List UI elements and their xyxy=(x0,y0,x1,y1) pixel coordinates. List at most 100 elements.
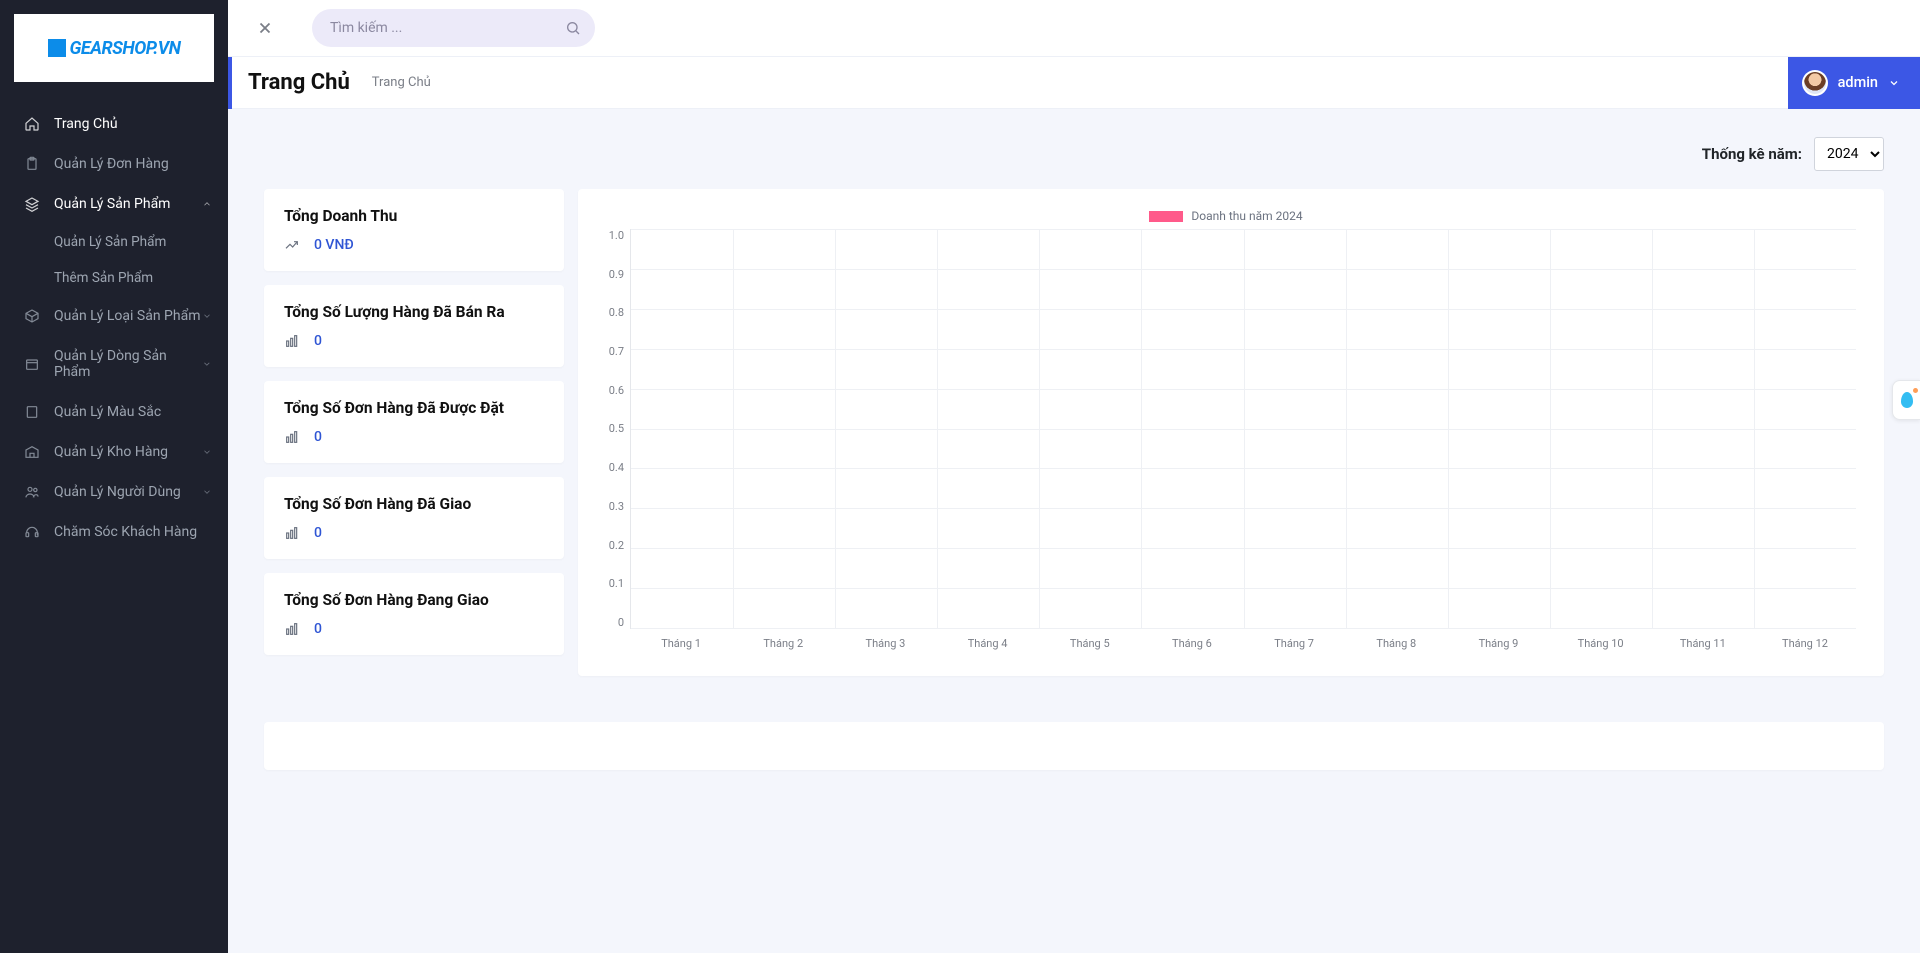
sidebar-nav: Trang Chủ Quản Lý Đơn Hàng Quản Lý Sản Phẩ… xyxy=(0,96,228,560)
chevron-down-icon xyxy=(1888,77,1900,89)
card-title: Tổng Số Đơn Hàng Đã Được Đặt xyxy=(284,399,544,417)
y-axis: 1.00.90.80.70.60.50.40.30.20.10 xyxy=(596,229,630,629)
y-tick: 0.8 xyxy=(609,306,624,319)
chart-plot: 1.00.90.80.70.60.50.40.30.20.10 xyxy=(596,229,1856,629)
stat-card-4: Tổng Số Đơn Hàng Đang Giao 0 xyxy=(264,573,564,655)
card-value: 0 xyxy=(314,525,322,541)
page-header: Trang Chủ Trang Chủ admin xyxy=(228,57,1920,109)
y-tick: 0 xyxy=(618,616,624,629)
x-tick: Tháng 10 xyxy=(1550,629,1652,650)
y-tick: 0.4 xyxy=(609,461,624,474)
logo[interactable]: GEARSHOP.VN xyxy=(14,14,214,82)
y-tick: 0.5 xyxy=(609,422,624,435)
legend-swatch xyxy=(1149,211,1183,222)
card-title: Tổng Số Lượng Hàng Đã Bán Ra xyxy=(284,303,544,321)
search-icon xyxy=(565,20,581,36)
chart-legend: Doanh thu năm 2024 xyxy=(596,209,1856,223)
sidebar-item-1[interactable]: Quản Lý Đơn Hàng xyxy=(0,144,228,184)
sidebar-item-label: Quản Lý Màu Sắc xyxy=(54,404,161,420)
x-tick: Tháng 11 xyxy=(1652,629,1754,650)
x-tick: Tháng 1 xyxy=(630,629,732,650)
chevron-down-icon xyxy=(202,487,212,497)
droplet-icon xyxy=(1901,392,1913,408)
revenue-chart: Doanh thu năm 2024 1.0 0.9 0.8 0.7 0.6 0.5 0.4… xyxy=(578,189,1884,676)
content: Thống kê năm: 2024 Tổng Doanh Thu 0 VNĐ … xyxy=(228,109,1920,798)
card-metric: 0 xyxy=(284,429,544,445)
main: Trang Chủ Trang Chủ admin Thống kê năm: … xyxy=(228,0,1920,953)
stats-filter: Thống kê năm: 2024 xyxy=(264,137,1884,171)
stats-label: Thống kê năm: xyxy=(1702,145,1802,163)
y-tick: 1.0 xyxy=(609,229,624,242)
chevron-down-icon xyxy=(202,311,212,321)
sidebar-item-5[interactable]: Quản Lý Màu Sắc xyxy=(0,392,228,432)
sidebar-item-label: Thêm Sản Phẩm xyxy=(54,270,153,286)
x-tick: Tháng 5 xyxy=(1039,629,1141,650)
sidebar-subitem-2-0[interactable]: Quản Lý Sản Phẩm xyxy=(54,224,228,260)
y-tick: 0.9 xyxy=(609,268,624,281)
users-icon xyxy=(24,484,40,500)
accent-bar xyxy=(228,57,232,109)
card-metric: 0 VNĐ xyxy=(284,237,544,253)
card-metric: 0 xyxy=(284,333,544,349)
stat-cards: Tổng Doanh Thu 0 VNĐ Tổng Số Lượng Hàng … xyxy=(264,189,564,655)
chevron-down-icon xyxy=(202,359,212,369)
sidebar-item-label: Quản Lý Dòng Sản Phẩm xyxy=(54,348,202,380)
sidebar-item-label: Quản Lý Loại Sản Phẩm xyxy=(54,308,200,324)
sidebar-item-label: Quản Lý Người Dùng xyxy=(54,484,181,500)
sidebar-item-4[interactable]: Quản Lý Dòng Sản Phẩm xyxy=(0,336,228,392)
package-icon xyxy=(24,356,40,372)
theme-widget[interactable] xyxy=(1892,380,1920,420)
sidebar-item-label: Quản Lý Sản Phẩm xyxy=(54,196,170,212)
sidebar-item-6[interactable]: Quản Lý Kho Hàng xyxy=(0,432,228,472)
logo-icon xyxy=(48,39,66,57)
y-tick: 0.6 xyxy=(609,384,624,397)
trend-icon xyxy=(284,237,300,253)
stat-card-2: Tổng Số Đơn Hàng Đã Được Đặt 0 xyxy=(264,381,564,463)
user-menu[interactable]: admin xyxy=(1788,57,1920,109)
sidebar-item-label: Chăm Sóc Khách Hàng xyxy=(54,524,197,540)
color-icon xyxy=(24,404,40,420)
logo-text: GEARSHOP.VN xyxy=(70,38,181,59)
x-tick: Tháng 9 xyxy=(1447,629,1549,650)
y-tick: 0.2 xyxy=(609,539,624,552)
y-tick: 0.7 xyxy=(609,345,624,358)
x-tick: Tháng 7 xyxy=(1243,629,1345,650)
sidebar-item-label: Quản Lý Sản Phẩm xyxy=(54,234,166,250)
stat-card-3: Tổng Số Đơn Hàng Đã Giao 0 xyxy=(264,477,564,559)
chevron-up-icon xyxy=(202,199,212,209)
sidebar-item-8[interactable]: Chăm Sóc Khách Hàng xyxy=(0,512,228,552)
layers-icon xyxy=(24,196,40,212)
sidebar-item-3[interactable]: Quản Lý Loại Sản Phẩm xyxy=(0,296,228,336)
x-tick: Tháng 2 xyxy=(732,629,834,650)
x-tick: Tháng 6 xyxy=(1141,629,1243,650)
sidebar-item-0[interactable]: Trang Chủ xyxy=(0,104,228,144)
search-button[interactable] xyxy=(557,12,589,44)
chart-grid xyxy=(630,229,1856,629)
sidebar-subitem-2-1[interactable]: Thêm Sản Phẩm xyxy=(54,260,228,296)
footer-panel xyxy=(264,722,1884,770)
clipboard-icon xyxy=(24,156,40,172)
sidebar-item-label: Quản Lý Đơn Hàng xyxy=(54,156,169,172)
user-name: admin xyxy=(1838,74,1878,91)
x-tick: Tháng 3 xyxy=(834,629,936,650)
stat-card-0: Tổng Doanh Thu 0 VNĐ xyxy=(264,189,564,271)
headset-icon xyxy=(24,524,40,540)
card-value: 0 VNĐ xyxy=(314,237,354,253)
search-input[interactable] xyxy=(312,9,595,47)
warehouse-icon xyxy=(24,444,40,460)
card-title: Tổng Số Đơn Hàng Đã Giao xyxy=(284,495,544,513)
year-select[interactable]: 2024 xyxy=(1814,137,1884,171)
bar-icon xyxy=(284,333,300,349)
avatar xyxy=(1802,70,1828,96)
x-tick: Tháng 4 xyxy=(937,629,1039,650)
close-icon[interactable] xyxy=(256,19,274,37)
card-value: 0 xyxy=(314,333,322,349)
bar-icon xyxy=(284,429,300,445)
chevron-down-icon xyxy=(202,447,212,457)
sidebar-item-2[interactable]: Quản Lý Sản Phẩm xyxy=(0,184,228,224)
sidebar-item-7[interactable]: Quản Lý Người Dùng xyxy=(0,472,228,512)
card-value: 0 xyxy=(314,429,322,445)
topbar xyxy=(228,0,1920,57)
breadcrumb: Trang Chủ xyxy=(372,75,431,90)
card-metric: 0 xyxy=(284,621,544,637)
